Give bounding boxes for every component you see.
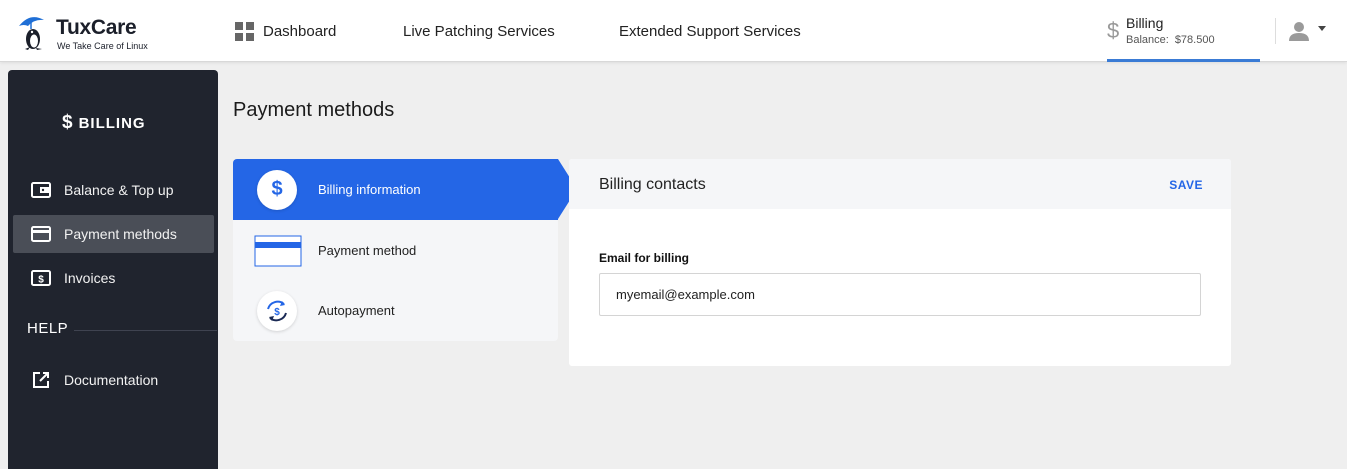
svg-text:$: $ [38, 275, 44, 286]
nav-extended-support[interactable]: Extended Support Services [619, 0, 801, 62]
credit-card-icon [30, 225, 52, 243]
card-title: Billing contacts [599, 176, 706, 193]
wallet-icon [30, 181, 52, 199]
user-menu[interactable] [1288, 20, 1330, 42]
dollar-icon: $ [1107, 18, 1120, 43]
step-label: Payment method [318, 243, 417, 258]
nav-extended-support-label: Extended Support Services [619, 22, 801, 40]
external-link-icon [30, 371, 52, 389]
save-button[interactable]: SAVE [1169, 178, 1203, 192]
card-header: Billing contacts SAVE [569, 159, 1231, 209]
sidebar-title-label: BILLING [78, 114, 146, 132]
sidebar-item-label: Payment methods [64, 226, 177, 242]
top-bar: TuxCare We Take Care of Linux Dashboard … [0, 0, 1347, 62]
step-payment-method[interactable]: Payment method [233, 220, 558, 281]
sidebar-title: $ BILLING [62, 112, 146, 134]
brand-tagline: We Take Care of Linux [57, 41, 148, 51]
brand-name: TuxCare [56, 16, 137, 39]
balance-label: Balance: [1126, 34, 1169, 46]
user-avatar-icon [1289, 22, 1309, 41]
step-label: Autopayment [318, 303, 395, 318]
sidebar-item-invoices[interactable]: $ Invoices [13, 259, 214, 297]
divider [74, 330, 217, 331]
page-title: Payment methods [233, 99, 395, 121]
card-icon [254, 231, 302, 271]
autopay-icon: $ [257, 290, 297, 331]
billing-contacts-card: Billing contacts SAVE Email for billing [569, 159, 1231, 366]
brand-logo[interactable]: TuxCare We Take Care of Linux [16, 12, 166, 54]
sidebar-item-label: Invoices [64, 270, 116, 286]
step-billing-information[interactable]: $ Billing information [233, 159, 558, 220]
sidebar-item-label: Balance & Top up [64, 182, 174, 198]
step-autopayment[interactable]: $ Autopayment [233, 280, 558, 341]
nav-billing-label: Billing [1126, 15, 1164, 31]
svg-text:$: $ [274, 307, 280, 318]
sidebar-item-label: Documentation [64, 372, 159, 388]
step-label: Billing information [318, 182, 421, 197]
chevron-down-icon [1318, 26, 1326, 31]
nav-billing[interactable]: $ Billing Balance: $78.500 [1107, 0, 1260, 62]
dollar-icon: $ [62, 112, 74, 133]
nav-dashboard[interactable]: Dashboard [235, 0, 336, 62]
invoice-icon: $ [30, 269, 52, 287]
email-field-label: Email for billing [599, 251, 690, 265]
sidebar: $ BILLING Balance & Top up Payment metho… [8, 70, 218, 469]
tux-umbrella-logo-icon [19, 17, 44, 50]
sidebar-item-payment-methods[interactable]: Payment methods [13, 215, 214, 253]
balance-value: $78.500 [1174, 34, 1215, 46]
sidebar-help-heading: HELP [27, 320, 69, 337]
nav-live-patching[interactable]: Live Patching Services [403, 0, 555, 62]
sidebar-item-balance-top-up[interactable]: Balance & Top up [13, 171, 214, 209]
divider [1275, 18, 1276, 44]
nav-live-patching-label: Live Patching Services [403, 22, 555, 40]
sidebar-item-documentation[interactable]: Documentation [13, 361, 214, 399]
email-field[interactable] [599, 273, 1201, 316]
payment-steps: $ Billing information Payment method $ A… [233, 159, 558, 341]
balance-readout: Balance: $78.500 [1126, 34, 1215, 46]
nav-dashboard-label: Dashboard [263, 22, 337, 40]
dollar-circle-icon: $ [257, 169, 297, 210]
grid-icon [235, 21, 254, 41]
